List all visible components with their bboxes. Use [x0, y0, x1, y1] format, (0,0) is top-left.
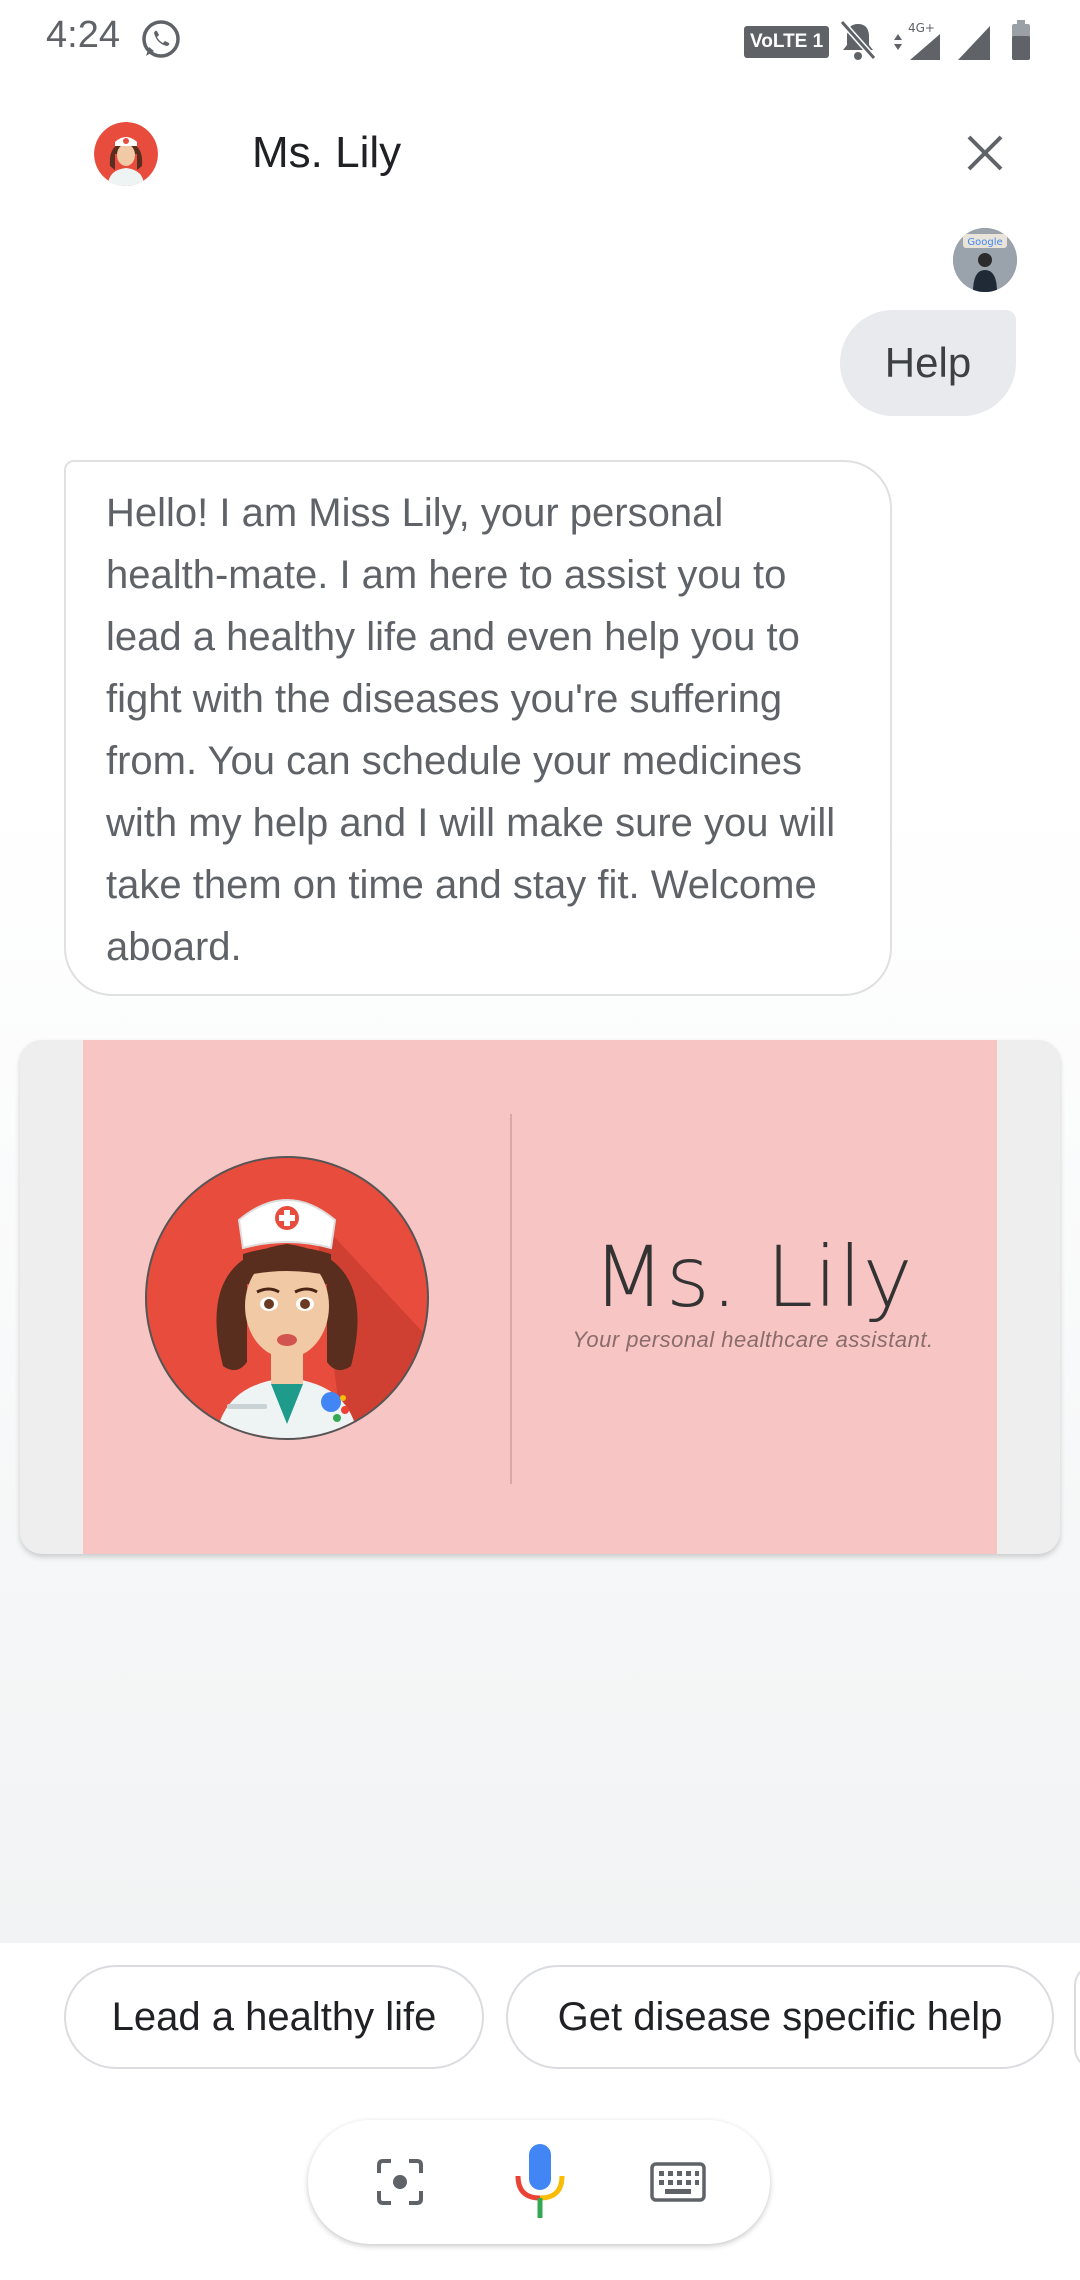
battery-icon — [1012, 20, 1030, 60]
user-avatar: Google — [953, 228, 1017, 292]
user-message-bubble: Help — [840, 310, 1016, 416]
data-4g-icon: 4G+ — [894, 21, 940, 60]
suggestion-chip-healthy-life[interactable]: Lead a healthy life — [64, 1965, 484, 2069]
whatsapp-icon — [142, 20, 180, 58]
status-time: 4:24 — [46, 14, 120, 56]
card-title: Ms. Lily — [592, 1228, 914, 1326]
card-image: Ms. Lily Your personal healthcare assist… — [83, 1040, 997, 1554]
bot-avatar — [94, 122, 158, 186]
status-bar: 4:24 VoLTE 1 4G+ — [0, 0, 1080, 80]
input-bar — [308, 2120, 770, 2244]
keyboard-button[interactable] — [634, 2120, 722, 2244]
keyboard-icon — [650, 2162, 706, 2202]
signal-icon — [958, 26, 990, 60]
microphone-button[interactable] — [496, 2120, 584, 2244]
suggestion-chip-disease-help[interactable]: Get disease specific help — [506, 1965, 1054, 2069]
data-label: 4G+ — [908, 21, 935, 35]
card-subtitle: Your personal healthcare assistant. — [572, 1327, 934, 1352]
suggestion-chip-overflow[interactable] — [1074, 1965, 1080, 2069]
close-icon[interactable] — [960, 128, 1010, 178]
intro-card[interactable]: Ms. Lily Your personal healthcare assist… — [20, 1040, 1060, 1554]
lens-button[interactable] — [356, 2120, 444, 2244]
assistant-name: Ms. Lily — [252, 128, 402, 177]
nurse-avatar-illustration — [145, 1156, 429, 1440]
bot-message-bubble: Hello! I am Miss Lily, your personal hea… — [64, 460, 892, 996]
user-avatar-label: Google — [967, 237, 1002, 248]
lens-icon — [377, 2159, 423, 2205]
bell-off-icon — [839, 20, 877, 60]
microphone-icon — [515, 2144, 565, 2218]
volte-icon: VoLTE 1 — [744, 26, 830, 58]
bot-message-text: Hello! I am Miss Lily, your personal hea… — [106, 491, 836, 969]
